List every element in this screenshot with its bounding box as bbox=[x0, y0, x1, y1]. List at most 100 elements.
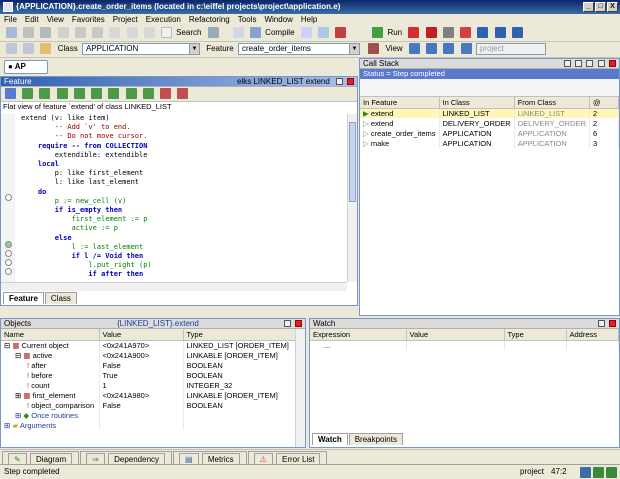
stack-row[interactable]: ▷ make APPLICATION APPLICATION 3 bbox=[360, 138, 620, 148]
objects-vertical-scrollbar[interactable] bbox=[295, 329, 305, 447]
chevron-down-icon[interactable]: ▼ bbox=[188, 43, 199, 54]
object-row[interactable]: ⊟ ▦ active <0x241A900> LINKABLE [ORDER_ITE… bbox=[1, 350, 297, 360]
close-panel-icon[interactable] bbox=[295, 320, 302, 327]
search-label[interactable]: Search bbox=[176, 28, 201, 37]
freeze-icon[interactable] bbox=[317, 27, 329, 38]
menu-edit[interactable]: Edit bbox=[21, 14, 43, 24]
kill-icon[interactable] bbox=[460, 27, 472, 38]
maximize-panel-icon[interactable] bbox=[598, 60, 605, 67]
search-icon[interactable] bbox=[161, 27, 173, 38]
copy-stack-icon[interactable] bbox=[564, 60, 571, 67]
object-row[interactable]: ⊟ ▦ Current object <0x241A970> LINKED_LIST… bbox=[1, 340, 297, 350]
collapse-icon[interactable]: ⊟ bbox=[4, 341, 10, 350]
breakpoint-dot-icon[interactable] bbox=[5, 259, 12, 266]
creators-icon[interactable] bbox=[73, 88, 85, 99]
step-out-icon[interactable] bbox=[494, 27, 506, 38]
pause-icon[interactable] bbox=[425, 27, 437, 38]
minimize-button[interactable]: _ bbox=[583, 2, 594, 12]
expand-icon[interactable]: ⊞ bbox=[15, 391, 21, 400]
col-type[interactable]: Type bbox=[183, 329, 297, 341]
object-row[interactable]: ! object_comparison False BOOLEAN bbox=[1, 400, 297, 410]
project-combo[interactable]: project bbox=[475, 42, 546, 55]
step-over-icon[interactable] bbox=[511, 27, 523, 38]
object-row[interactable]: ⊞ ▰ Arguments bbox=[1, 420, 297, 430]
undo-icon[interactable] bbox=[74, 27, 86, 38]
format-icon[interactable] bbox=[368, 43, 380, 54]
expand-icon[interactable]: ⊞ bbox=[15, 411, 21, 420]
tools-icon[interactable] bbox=[207, 27, 219, 38]
assigners-icon[interactable] bbox=[91, 88, 103, 99]
col-in-feature[interactable]: In Feature bbox=[360, 97, 440, 109]
back-icon[interactable] bbox=[6, 43, 17, 54]
info-icon[interactable] bbox=[300, 27, 312, 38]
compile-label[interactable]: Compile bbox=[265, 28, 294, 37]
menu-view[interactable]: View bbox=[43, 14, 68, 24]
flat-view-icon[interactable] bbox=[22, 88, 34, 99]
cancel-compile-icon[interactable] bbox=[335, 27, 347, 38]
stack-row[interactable]: ▶ extend LINKED_LIST LINKED_LIST 2 bbox=[360, 108, 620, 118]
run-label[interactable]: Run bbox=[387, 28, 402, 37]
chevron-down-icon[interactable]: ▼ bbox=[349, 43, 359, 54]
editor-tab-application[interactable]: ● AP bbox=[4, 60, 48, 74]
code-editor[interactable]: extend (v: like item) -- Add `v' to end.… bbox=[1, 114, 347, 282]
tab-watch[interactable]: Watch bbox=[312, 433, 348, 445]
copy-icon[interactable] bbox=[126, 27, 138, 38]
paste-icon[interactable] bbox=[143, 27, 155, 38]
col-expression[interactable]: Expression bbox=[310, 329, 407, 341]
step-icon[interactable] bbox=[442, 27, 454, 38]
save-all-icon[interactable] bbox=[57, 27, 69, 38]
col-value[interactable]: Value bbox=[99, 329, 184, 341]
step-into-icon[interactable] bbox=[477, 27, 489, 38]
view-flat-icon[interactable] bbox=[426, 43, 438, 54]
open-icon[interactable] bbox=[23, 27, 35, 38]
feature-combo[interactable]: create_order_items ▼ bbox=[238, 42, 360, 55]
tab-feature[interactable]: Feature bbox=[3, 292, 44, 304]
redo-icon[interactable] bbox=[92, 27, 104, 38]
code-horizontal-scrollbar[interactable] bbox=[1, 282, 347, 291]
maximize-panel-icon[interactable] bbox=[336, 78, 343, 85]
object-row[interactable]: ! count 1 INTEGER_32 bbox=[1, 380, 297, 390]
edit-icon[interactable] bbox=[5, 88, 16, 99]
implementers-icon[interactable] bbox=[108, 88, 120, 99]
menu-tools[interactable]: Tools bbox=[234, 14, 261, 24]
view-interface-icon[interactable] bbox=[460, 43, 472, 54]
collapse-icon[interactable]: ⊟ bbox=[15, 351, 21, 360]
menu-help[interactable]: Help bbox=[297, 14, 321, 24]
current-line-icon[interactable] bbox=[5, 241, 12, 248]
cut-icon[interactable] bbox=[109, 27, 121, 38]
menu-file[interactable]: File bbox=[0, 14, 21, 24]
object-row[interactable]: ! before True BOOLEAN bbox=[1, 370, 297, 380]
homonyms-icon[interactable] bbox=[160, 88, 172, 99]
descendants-icon[interactable] bbox=[142, 88, 154, 99]
forward-icon[interactable] bbox=[23, 43, 35, 54]
callers-icon[interactable] bbox=[39, 88, 51, 99]
class-combo[interactable]: APPLICATION ▼ bbox=[81, 42, 200, 55]
menu-project[interactable]: Project bbox=[109, 14, 142, 24]
breakpoint-dot-icon[interactable] bbox=[5, 250, 12, 257]
callees-icon[interactable] bbox=[56, 88, 68, 99]
watch-new-row[interactable]: ... bbox=[310, 340, 619, 350]
col-name[interactable]: Name bbox=[1, 329, 100, 341]
breakpoint-gutter[interactable] bbox=[1, 114, 15, 282]
menu-favorites[interactable]: Favorites bbox=[68, 14, 109, 24]
col-address[interactable]: Address bbox=[566, 329, 619, 341]
code-vertical-scrollbar[interactable] bbox=[347, 114, 357, 282]
breakpoint-dot-icon[interactable] bbox=[5, 194, 12, 201]
maximize-panel-icon[interactable] bbox=[284, 320, 291, 327]
close-panel-icon[interactable] bbox=[347, 78, 354, 85]
view-contract-icon[interactable] bbox=[443, 43, 455, 54]
col-in-class[interactable]: In Class bbox=[439, 97, 515, 109]
watch-placeholder[interactable]: ... bbox=[310, 340, 407, 350]
view-text-icon[interactable] bbox=[408, 43, 420, 54]
options-icon[interactable] bbox=[586, 60, 593, 67]
menu-refactoring[interactable]: Refactoring bbox=[185, 14, 234, 24]
close-panel-icon[interactable] bbox=[609, 320, 616, 327]
col-watch-value[interactable]: Value bbox=[406, 329, 505, 341]
run-icon[interactable] bbox=[372, 27, 384, 38]
stop-icon[interactable] bbox=[408, 27, 420, 38]
col-watch-type[interactable]: Type bbox=[504, 329, 567, 341]
object-row[interactable]: ! after False BOOLEAN bbox=[1, 360, 297, 370]
new-icon[interactable] bbox=[6, 27, 17, 38]
menu-window[interactable]: Window bbox=[260, 14, 296, 24]
save-icon[interactable] bbox=[40, 27, 52, 38]
